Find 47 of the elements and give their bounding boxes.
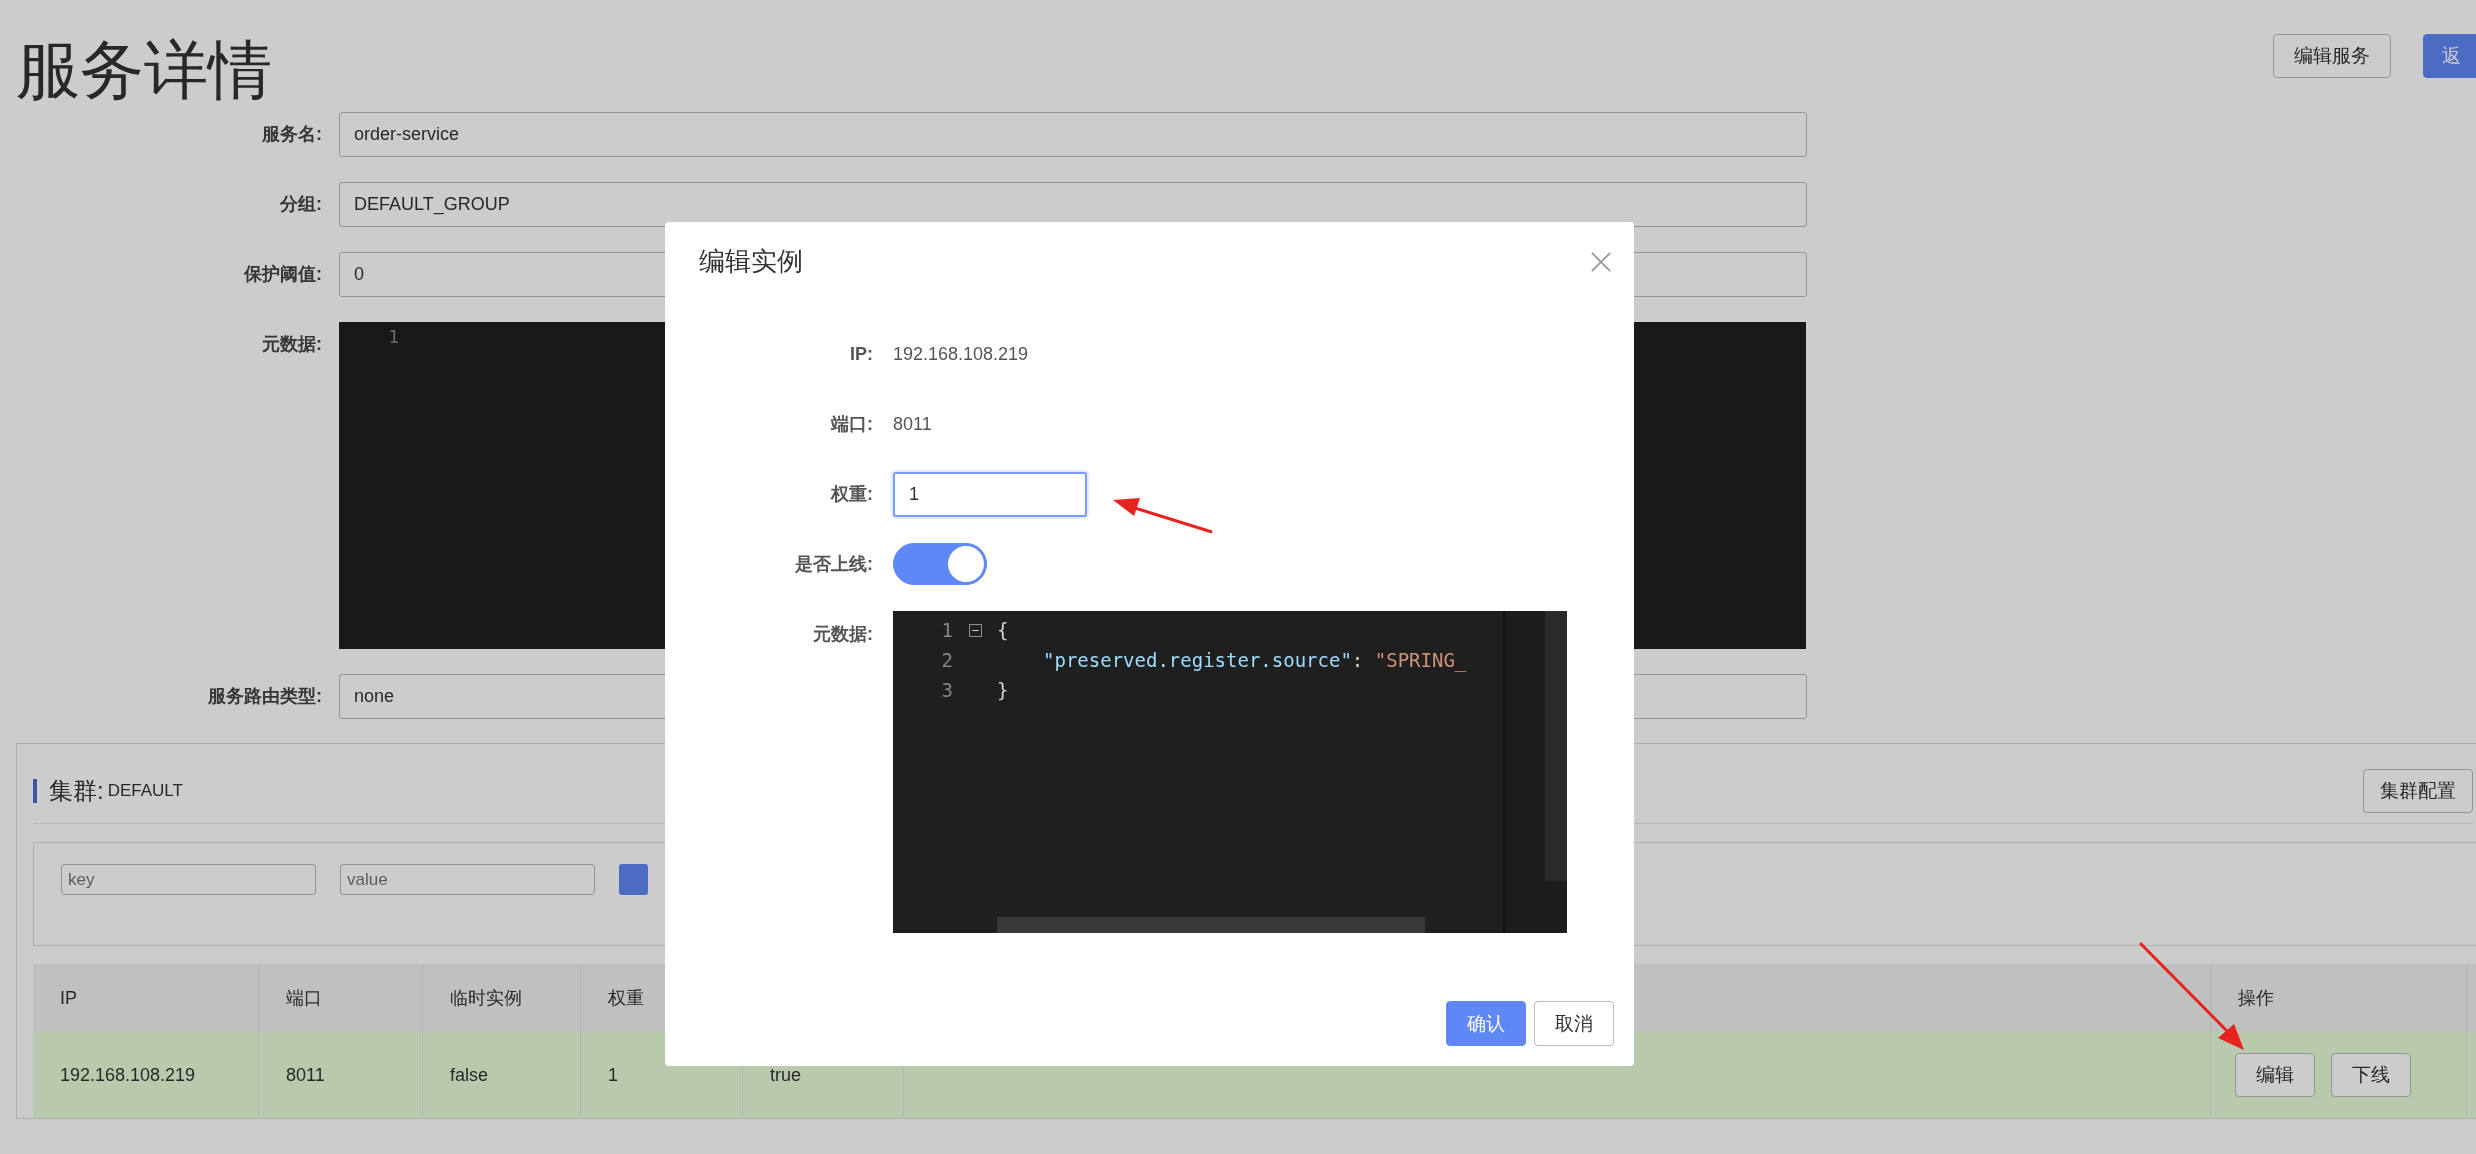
field-label: 权重:	[829, 483, 874, 506]
field-label: 分组:	[279, 193, 323, 216]
edit-service-button[interactable]: 编辑服务	[2273, 34, 2391, 78]
cluster-name: DEFAULT	[107, 780, 183, 801]
line-number: 2	[940, 649, 953, 671]
table-cell: false	[450, 1064, 489, 1086]
field-label: IP:	[849, 343, 874, 366]
field-label: 保护阈值:	[242, 263, 323, 286]
cancel-button[interactable]: 取消	[1534, 1001, 1614, 1046]
collapse-icon[interactable]	[968, 623, 982, 637]
input-field[interactable]: order-service	[339, 112, 1807, 157]
ip-value: 192.168.108.219	[893, 343, 1029, 365]
field-label: 服务路由类型:	[207, 685, 323, 708]
close-icon[interactable]	[1590, 250, 1612, 273]
edit-button[interactable]: 编辑	[2235, 1053, 2315, 1097]
table-cell: true	[770, 1064, 802, 1086]
port-value: 8011	[893, 413, 932, 435]
column-header: 临时实例	[450, 987, 522, 1010]
code-editor[interactable]: 1 { 2 "preserved.register.source": "SPRING_ 3 }	[893, 611, 1567, 933]
column-header: 权重	[608, 987, 644, 1010]
column-header: IP	[60, 987, 77, 1009]
code-line: {	[997, 619, 1009, 641]
line-number: 1	[940, 619, 953, 641]
value-field[interactable]: value	[340, 864, 595, 895]
code-line: "preserved.register.source": "SPRING_	[1042, 649, 1467, 671]
offline-button[interactable]: 下线	[2331, 1053, 2411, 1097]
cluster-label: 集群:	[49, 775, 104, 806]
scrollbar[interactable]	[997, 917, 1425, 933]
column-header: 端口	[286, 987, 322, 1010]
field-label: 是否上线:	[794, 553, 874, 576]
column-header: 操作	[2238, 987, 2274, 1010]
line-number: 1	[387, 326, 399, 347]
online-toggle[interactable]	[893, 543, 987, 585]
code-line: }	[997, 679, 1009, 701]
line-number: 3	[940, 679, 953, 701]
weight-field[interactable]: 1	[893, 471, 1087, 517]
page-title: 服务详情	[16, 33, 272, 108]
field-label: 元数据:	[812, 623, 874, 646]
dialog-title: 编辑实例	[699, 245, 803, 278]
field-label: 服务名:	[261, 123, 323, 146]
table-cell: 8011	[286, 1064, 325, 1086]
field-label: 元数据:	[261, 333, 323, 356]
table-cell: 1	[608, 1064, 618, 1086]
table-cell: 192.168.108.219	[60, 1064, 196, 1086]
field-label: 端口:	[829, 413, 874, 436]
cluster-config-button[interactable]: 集群配置	[2363, 768, 2473, 813]
key-field[interactable]: key	[61, 864, 316, 895]
